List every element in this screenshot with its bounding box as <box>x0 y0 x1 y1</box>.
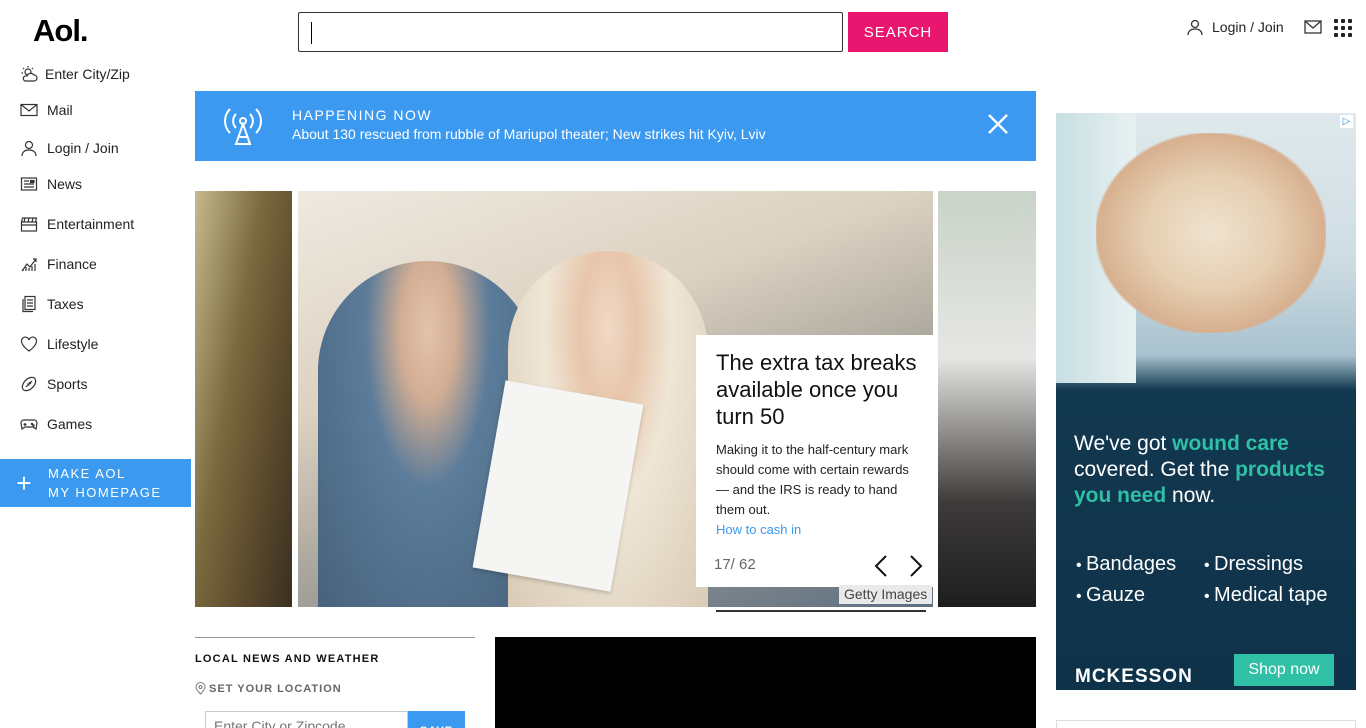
carousel-prev-slide-image[interactable] <box>195 191 292 607</box>
carousel-link[interactable]: How to cash in <box>716 520 918 540</box>
close-icon[interactable] <box>987 113 1009 135</box>
user-icon <box>1187 19 1203 36</box>
header-login-label: Login / Join <box>1212 19 1284 35</box>
make-homepage-button[interactable]: + MAKE AOL MY HOMEPAGE <box>0 459 191 507</box>
banner-headline[interactable]: About 130 rescued from rubble of Mariupo… <box>292 126 766 142</box>
user-icon <box>21 140 37 157</box>
clapper-icon <box>20 217 38 232</box>
ad-brand-logo: MCKESSON <box>1075 666 1193 687</box>
sidebar-item-news[interactable]: News <box>20 172 82 196</box>
text-caret <box>311 22 312 44</box>
search-button[interactable]: SEARCH <box>848 12 948 52</box>
sidebar-item-entertainment[interactable]: Entertainment <box>20 212 134 236</box>
image-credit: Getty Images <box>839 585 933 604</box>
advertisement[interactable]: ▷ We've got wound care covered. Get the … <box>1056 113 1356 690</box>
sidebar-item-label: Entertainment <box>47 216 135 232</box>
shop-now-button[interactable]: Shop now <box>1234 654 1334 686</box>
set-location-link[interactable]: SET YOUR LOCATION <box>195 682 342 695</box>
plus-icon: + <box>16 467 32 498</box>
header-mail-link[interactable] <box>1304 20 1322 39</box>
carousel-headline[interactable]: The extra tax breaks available once you … <box>716 349 918 430</box>
carousel-caption-card: The extra tax breaks available once you … <box>696 335 937 587</box>
apps-grid-icon[interactable] <box>1334 19 1352 37</box>
sidebar-item-label: Enter City/Zip <box>45 66 130 82</box>
news-icon <box>20 177 38 191</box>
gamepad-icon <box>20 419 38 431</box>
sidebar-item-weather[interactable]: Enter City/Zip <box>20 62 130 86</box>
news-carousel: The extra tax breaks available once you … <box>195 191 1036 607</box>
carousel-summary: Making it to the half-century mark shoul… <box>716 442 909 517</box>
zipcode-input[interactable] <box>205 711 408 728</box>
mail-icon <box>20 103 38 117</box>
ad-product-item: Dressings <box>1204 553 1344 576</box>
ad-product-list: Bandages Dressings Gauze Medical tape <box>1076 553 1344 607</box>
header-login-link[interactable]: Login / Join <box>1186 18 1284 36</box>
weather-icon <box>21 66 38 82</box>
banner-title: HAPPENING NOW <box>292 107 433 123</box>
location-pin-icon <box>195 682 206 695</box>
ad-product-item: Bandages <box>1076 553 1204 576</box>
ad-product-item: Gauze <box>1076 584 1204 607</box>
ad-slot-below <box>1056 720 1356 728</box>
broadcast-icon <box>224 108 262 145</box>
make-homepage-label: MAKE AOL MY HOMEPAGE <box>48 466 162 500</box>
ad-product-item: Medical tape <box>1204 584 1344 607</box>
video-player[interactable] <box>495 637 1036 728</box>
mail-icon <box>1304 20 1322 34</box>
set-location-label: SET YOUR LOCATION <box>209 682 342 695</box>
chevron-right-icon[interactable] <box>909 554 923 578</box>
search-input[interactable] <box>298 12 843 52</box>
ad-image-bandage <box>1096 133 1326 333</box>
chevron-left-icon[interactable] <box>874 554 888 578</box>
save-location-button[interactable]: SAVE <box>408 711 465 728</box>
breaking-news-banner[interactable]: HAPPENING NOW About 130 rescued from rub… <box>195 91 1036 161</box>
aol-homepage: Aol. SEARCH Login / Join Enter City/Zip … <box>0 0 1366 728</box>
sidebar-item-label: Login / Join <box>47 140 119 156</box>
sidebar-item-label: News <box>47 176 83 192</box>
carousel-pager: 17/ 62 <box>714 556 756 573</box>
sidebar-item-lifestyle[interactable]: Lifestyle <box>20 332 98 356</box>
carousel-progress-line <box>716 610 926 612</box>
sidebar-item-sports[interactable]: Sports <box>20 372 87 396</box>
local-news-widget: LOCAL NEWS AND WEATHER SET YOUR LOCATION… <box>195 637 475 728</box>
sidebar-item-games[interactable]: Games <box>20 412 92 436</box>
sidebar-item-taxes[interactable]: Taxes <box>20 292 84 316</box>
football-icon <box>21 376 37 392</box>
local-news-title: LOCAL NEWS AND WEATHER <box>195 653 380 665</box>
sidebar-item-label: Games <box>47 416 93 432</box>
sidebar-item-label: Sports <box>47 376 88 392</box>
ad-headline: We've got wound care covered. Get the pr… <box>1074 432 1325 507</box>
sidebar-item-login[interactable]: Login / Join <box>20 136 119 160</box>
sidebar-item-label: Taxes <box>47 296 84 312</box>
chart-icon <box>21 258 37 272</box>
carousel-next-slide-image[interactable] <box>938 191 1036 607</box>
sidebar-item-label: Finance <box>47 256 97 272</box>
heart-icon <box>20 336 38 352</box>
adchoices-icon[interactable]: ▷ <box>1340 115 1353 128</box>
sidebar-item-mail[interactable]: Mail <box>20 98 73 122</box>
sidebar-item-label: Lifestyle <box>47 336 99 352</box>
sidebar-item-label: Mail <box>47 102 73 118</box>
document-icon <box>22 295 36 313</box>
aol-logo[interactable]: Aol. <box>33 13 89 49</box>
sidebar-item-finance[interactable]: Finance <box>20 252 97 276</box>
